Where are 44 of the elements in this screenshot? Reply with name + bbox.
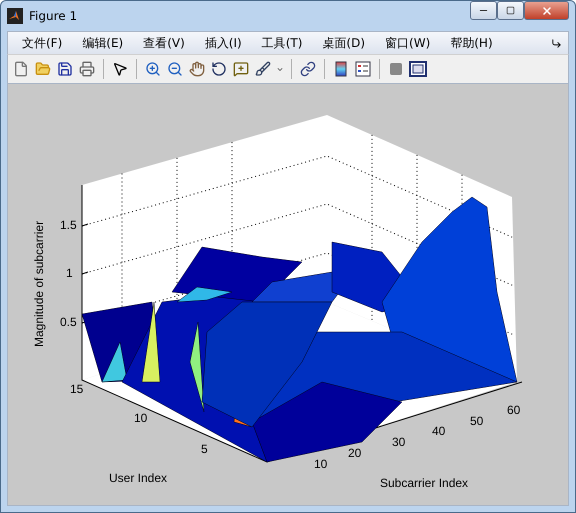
menu-item[interactable]: 帮助(H) xyxy=(442,34,501,52)
legend-icon[interactable] xyxy=(354,60,372,78)
new-file-icon[interactable] xyxy=(12,60,30,78)
close-icon xyxy=(540,4,552,16)
z-tick-label: 1 xyxy=(66,266,73,280)
pointer-icon[interactable] xyxy=(111,60,129,78)
save-icon[interactable] xyxy=(56,60,74,78)
zoom-out-icon[interactable] xyxy=(166,60,184,78)
link-icon[interactable] xyxy=(299,60,317,78)
menu-item[interactable]: 工具(T) xyxy=(254,34,310,52)
y-axis-label: User Index xyxy=(109,471,168,485)
x-tick-label: 20 xyxy=(348,446,362,460)
maximize-icon xyxy=(506,6,515,15)
maximize-button[interactable] xyxy=(497,1,524,20)
y-tick-label: 10 xyxy=(134,411,148,425)
dock-arrow-icon[interactable] xyxy=(551,38,562,48)
menu-item[interactable]: 文件(F) xyxy=(14,34,70,52)
menu-item[interactable]: 编辑(E) xyxy=(74,34,132,52)
rotate-icon[interactable] xyxy=(210,60,228,78)
z-tick-label: 0.5 xyxy=(60,315,77,329)
brush-icon[interactable] xyxy=(254,60,272,78)
x-tick-label: 50 xyxy=(470,414,484,428)
print-icon[interactable] xyxy=(78,60,96,78)
y-tick-label: 15 xyxy=(70,382,84,396)
zoom-in-icon[interactable] xyxy=(144,60,162,78)
x-axis-label: Subcarrier Index xyxy=(380,476,468,490)
minimize-button[interactable] xyxy=(470,1,497,20)
close-button[interactable] xyxy=(524,1,569,20)
z-tick-label: 1.5 xyxy=(60,218,77,232)
menu-item[interactable]: 桌面(D) xyxy=(314,34,374,52)
z-axis-label: Magnitude of subcarrier xyxy=(32,220,46,347)
data-cursor-icon[interactable] xyxy=(232,60,250,78)
x-tick-label: 10 xyxy=(314,457,328,471)
x-tick-label: 60 xyxy=(507,403,520,417)
show-tools-icon[interactable] xyxy=(409,60,427,78)
hand-icon[interactable] xyxy=(188,60,206,78)
x-tick-label: 40 xyxy=(432,424,446,438)
window-title: Figure 1 xyxy=(29,9,78,23)
y-tick-label: 5 xyxy=(201,442,208,456)
x-tick-label: 30 xyxy=(392,435,406,449)
app-logo-icon xyxy=(7,8,23,24)
menu-item[interactable]: 插入(I) xyxy=(196,34,250,52)
menu-item[interactable]: 窗口(W) xyxy=(377,34,438,52)
menu-item[interactable]: 查看(V) xyxy=(135,34,193,52)
